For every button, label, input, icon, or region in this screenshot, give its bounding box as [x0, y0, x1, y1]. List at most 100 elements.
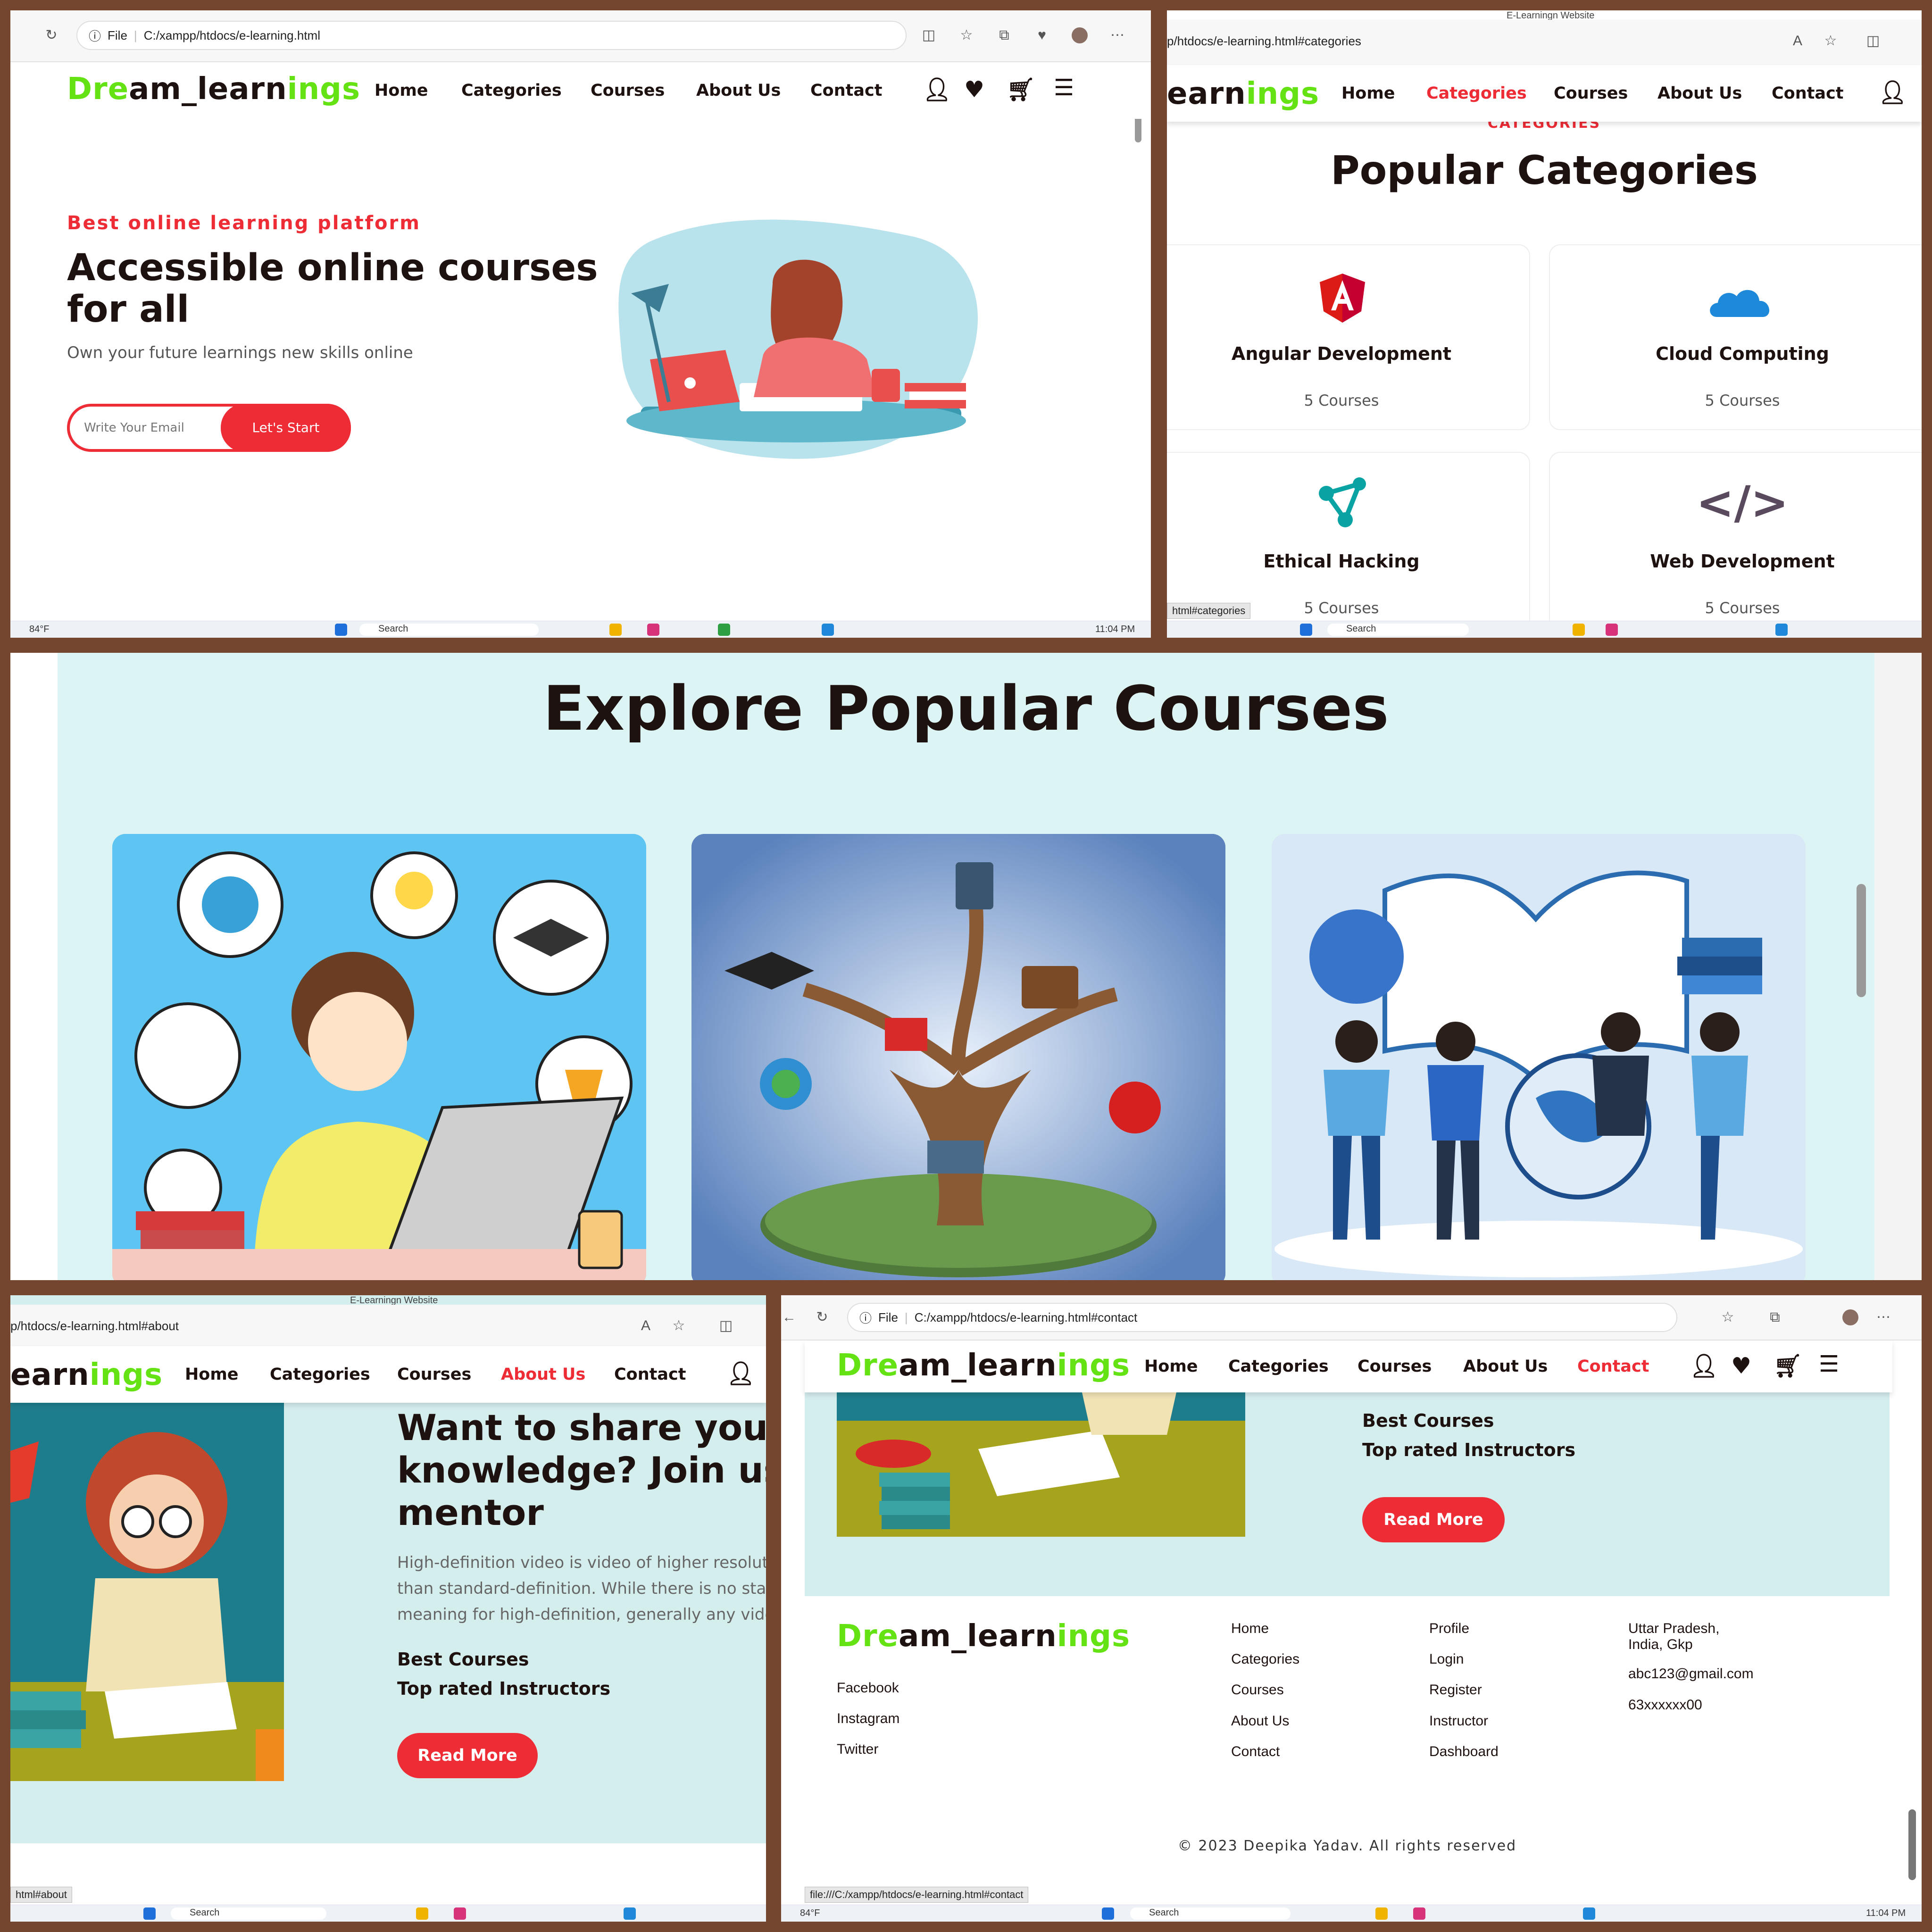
url-text[interactable]: p/htdocs/e-learning.html#categories: [1167, 34, 1361, 49]
nav-contact[interactable]: Contact: [1577, 1341, 1649, 1392]
menu-icon[interactable]: ☰: [1819, 1353, 1839, 1375]
app-icon-instagram[interactable]: [454, 1907, 466, 1920]
cart-icon[interactable]: 🛒︎: [1774, 1355, 1802, 1377]
lets-start-button[interactable]: Let's Start: [221, 404, 351, 452]
more-icon[interactable]: ⋯: [1875, 1309, 1891, 1325]
footer-twitter[interactable]: Twitter: [837, 1741, 878, 1757]
back-icon[interactable]: ←: [781, 1309, 797, 1325]
app-icon-vscode[interactable]: [1583, 1907, 1595, 1920]
menu-icon[interactable]: ☰: [1054, 76, 1074, 99]
nav-contact[interactable]: Contact: [614, 1346, 686, 1403]
nav-contact[interactable]: Contact: [810, 62, 882, 119]
app-icon-vscode[interactable]: [1775, 624, 1788, 636]
footer-instagram[interactable]: Instagram: [837, 1711, 899, 1727]
collections-icon[interactable]: ⧉: [1767, 1309, 1783, 1325]
site-logo[interactable]: earnings: [10, 1357, 163, 1392]
windows-start-icon[interactable]: [1300, 624, 1312, 636]
app-icon-files[interactable]: [416, 1907, 428, 1920]
windows-start-icon[interactable]: [335, 624, 347, 636]
nav-home[interactable]: Home: [1144, 1341, 1198, 1392]
category-card[interactable]: Cloud Computing 5 Courses: [1549, 244, 1922, 430]
email-input[interactable]: [84, 417, 225, 439]
nav-home[interactable]: Home: [375, 62, 428, 119]
heart-icon[interactable]: ♥: [964, 78, 984, 101]
nav-categories[interactable]: Categories: [270, 1346, 370, 1403]
page-scrollbar[interactable]: [1908, 1809, 1916, 1880]
nav-courses[interactable]: Courses: [1357, 1341, 1432, 1392]
footer-link-categories[interactable]: Categories: [1231, 1651, 1299, 1667]
nav-about[interactable]: About Us: [501, 1346, 585, 1403]
course-card-2[interactable]: [691, 834, 1225, 1280]
taskbar-search[interactable]: Search: [359, 624, 539, 636]
app-icon-files[interactable]: [1375, 1907, 1388, 1920]
footer-link-login[interactable]: Login: [1429, 1651, 1464, 1667]
windows-start-icon[interactable]: [1102, 1907, 1114, 1920]
taskbar-search[interactable]: Search: [1130, 1907, 1291, 1920]
footer-link-home[interactable]: Home: [1231, 1621, 1269, 1637]
nav-about[interactable]: About Us: [1657, 65, 1742, 122]
nav-courses[interactable]: Courses: [591, 62, 665, 119]
read-aloud-icon[interactable]: A: [1790, 33, 1806, 49]
split-screen-icon[interactable]: ◫: [921, 27, 937, 43]
footer-logo[interactable]: Dream_learnings: [837, 1619, 1130, 1654]
nav-contact[interactable]: Contact: [1772, 65, 1843, 122]
split-screen-icon[interactable]: ◫: [1865, 33, 1881, 49]
footer-link-about[interactable]: About Us: [1231, 1713, 1289, 1729]
read-more-button[interactable]: Read More: [1362, 1497, 1505, 1542]
footer-link-dashboard[interactable]: Dashboard: [1429, 1744, 1499, 1760]
category-card[interactable]: Angular Development 5 Courses: [1167, 244, 1530, 430]
nav-about[interactable]: About Us: [1463, 1341, 1548, 1392]
cart-icon[interactable]: 🛒︎: [1007, 78, 1035, 101]
nav-categories[interactable]: Categories: [1426, 65, 1527, 122]
url-field[interactable]: ⓘ File | C:/xampp/htdocs/e-learning.html…: [847, 1303, 1677, 1332]
taskbar-search[interactable]: Search: [1327, 624, 1469, 636]
profile-avatar[interactable]: [1072, 27, 1088, 43]
scrollbar[interactable]: [1857, 884, 1866, 997]
windows-start-icon[interactable]: [143, 1907, 156, 1920]
site-logo[interactable]: earnings: [1167, 76, 1319, 111]
course-card-1[interactable]: [112, 834, 646, 1280]
app-icon-chrome[interactable]: [718, 624, 730, 636]
taskbar-search[interactable]: Search: [171, 1907, 326, 1920]
user-icon[interactable]: 👤︎: [1878, 81, 1907, 104]
site-logo[interactable]: Dream_learnings: [837, 1348, 1130, 1383]
more-icon[interactable]: ⋯: [1109, 27, 1125, 43]
course-card-3[interactable]: [1272, 834, 1806, 1280]
user-icon[interactable]: 👤︎: [1690, 1355, 1718, 1377]
nav-courses[interactable]: Courses: [1554, 65, 1628, 122]
category-card[interactable]: </> Web Development 5 Courses: [1549, 452, 1922, 638]
footer-link-courses[interactable]: Courses: [1231, 1682, 1284, 1698]
favorites-icon[interactable]: ☆: [1823, 33, 1839, 49]
browser-essentials-icon[interactable]: ♥: [1034, 27, 1050, 43]
collections-icon[interactable]: ⧉: [996, 27, 1012, 43]
app-icon-vscode[interactable]: [624, 1907, 636, 1920]
footer-link-profile[interactable]: Profile: [1429, 1621, 1469, 1637]
nav-categories[interactable]: Categories: [461, 62, 562, 119]
footer-link-contact[interactable]: Contact: [1231, 1744, 1280, 1760]
footer-link-instructor[interactable]: Instructor: [1429, 1713, 1488, 1729]
nav-about[interactable]: About Us: [696, 62, 781, 119]
read-aloud-icon[interactable]: A: [638, 1318, 654, 1334]
refresh-icon[interactable]: ↻: [43, 27, 59, 43]
site-logo[interactable]: Dream_learnings: [67, 72, 360, 107]
footer-link-register[interactable]: Register: [1429, 1682, 1482, 1698]
heart-icon[interactable]: ♥: [1731, 1355, 1751, 1377]
nav-home[interactable]: Home: [185, 1346, 239, 1403]
url-text[interactable]: p/htdocs/e-learning.html#about: [10, 1319, 179, 1333]
app-icon-instagram[interactable]: [1413, 1907, 1425, 1920]
app-icon-instagram[interactable]: [647, 624, 659, 636]
footer-facebook[interactable]: Facebook: [837, 1680, 899, 1696]
profile-avatar[interactable]: [1842, 1309, 1858, 1325]
refresh-icon[interactable]: ↻: [814, 1309, 830, 1325]
nav-home[interactable]: Home: [1341, 65, 1395, 122]
app-icon-files[interactable]: [609, 624, 622, 636]
app-icon-vscode[interactable]: [822, 624, 834, 636]
favorites-icon[interactable]: ☆: [958, 27, 974, 43]
favorites-icon[interactable]: ☆: [1720, 1309, 1736, 1325]
footer-email[interactable]: abc123@gmail.com: [1628, 1666, 1754, 1682]
read-more-button[interactable]: Read More: [397, 1733, 538, 1778]
user-icon[interactable]: 👤︎: [923, 78, 951, 101]
nav-courses[interactable]: Courses: [397, 1346, 471, 1403]
app-icon-instagram[interactable]: [1606, 624, 1618, 636]
favorites-icon[interactable]: ☆: [671, 1318, 687, 1334]
